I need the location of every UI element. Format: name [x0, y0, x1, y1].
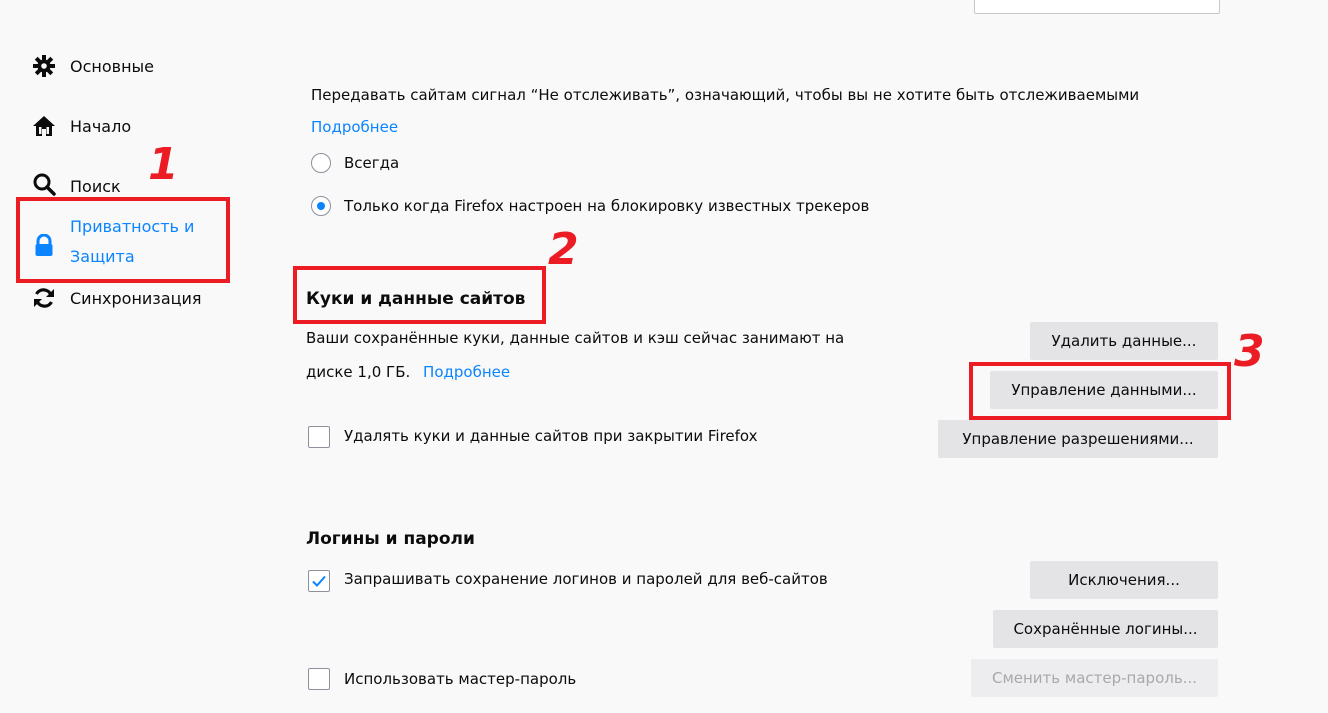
- annotation-box-privacy: [16, 197, 230, 283]
- ask-save-logins-checkbox[interactable]: [308, 570, 330, 592]
- dnt-always-label: Всегда: [344, 154, 400, 172]
- dnt-tracking-protection-label: Только когда Firefox настроен на блокиро…: [344, 197, 870, 215]
- sidebar-item-label: Основные: [70, 56, 155, 76]
- dnt-learn-more-link[interactable]: Подробнее: [311, 118, 398, 136]
- delete-cookies-on-close-checkbox[interactable]: [308, 426, 330, 448]
- exceptions-button[interactable]: Исключения...: [1030, 561, 1218, 599]
- sidebar-item-general[interactable]: Основные: [32, 54, 154, 78]
- cookies-learn-more-link[interactable]: Подробнее: [423, 363, 510, 381]
- sidebar-item-label: Синхронизация: [70, 288, 202, 308]
- manage-data-button[interactable]: Управление данными...: [990, 371, 1218, 409]
- cookies-description-line1: Ваши сохранённые куки, данные сайтов и к…: [306, 329, 845, 347]
- sync-icon: [32, 286, 56, 310]
- dnt-tracking-protection-radio[interactable]: [311, 196, 331, 216]
- search-icon: [32, 172, 56, 196]
- logins-section-title: Логины и пароли: [306, 529, 475, 549]
- annotation-number-3: 3: [1234, 326, 1265, 377]
- cookies-section-title: Куки и данные сайтов: [306, 289, 526, 309]
- master-password-checkbox[interactable]: [308, 668, 330, 690]
- gear-icon: [32, 54, 56, 78]
- dnt-description: Передавать сайтам сигнал “Не отслеживать…: [311, 86, 1140, 104]
- delete-cookies-on-close-label: Удалять куки и данные сайтов при закрыти…: [344, 427, 758, 445]
- manage-permissions-button[interactable]: Управление разрешениями...: [938, 420, 1218, 458]
- cookies-size-text: диске 1,0 ГБ.: [306, 363, 411, 381]
- cookies-description-line2: диске 1,0 ГБ. Подробнее: [306, 363, 510, 381]
- dnt-always-radio[interactable]: [311, 153, 331, 173]
- search-field-edge[interactable]: [974, 0, 1220, 14]
- sidebar-item-label: Поиск: [70, 176, 121, 196]
- master-password-label: Использовать мастер-пароль: [344, 670, 577, 688]
- change-master-password-button[interactable]: Сменить мастер-пароль...: [971, 659, 1218, 697]
- annotation-number-2: 2: [548, 224, 579, 275]
- saved-logins-button[interactable]: Сохранённые логины...: [993, 610, 1218, 648]
- checkmark-icon: [312, 575, 326, 587]
- sidebar-item-label: Начало: [70, 116, 132, 136]
- sidebar-item-home[interactable]: Начало: [32, 114, 131, 138]
- home-icon: [32, 114, 56, 138]
- sidebar: Основные Начало Поиск Приватность и Защи…: [0, 0, 260, 713]
- sidebar-item-search[interactable]: Поиск: [32, 172, 121, 196]
- ask-save-logins-label: Запрашивать сохранение логинов и паролей…: [344, 570, 828, 588]
- annotation-number-1: 1: [148, 139, 179, 190]
- clear-data-button[interactable]: Удалить данные...: [1030, 322, 1218, 360]
- sidebar-item-sync[interactable]: Синхронизация: [32, 286, 202, 310]
